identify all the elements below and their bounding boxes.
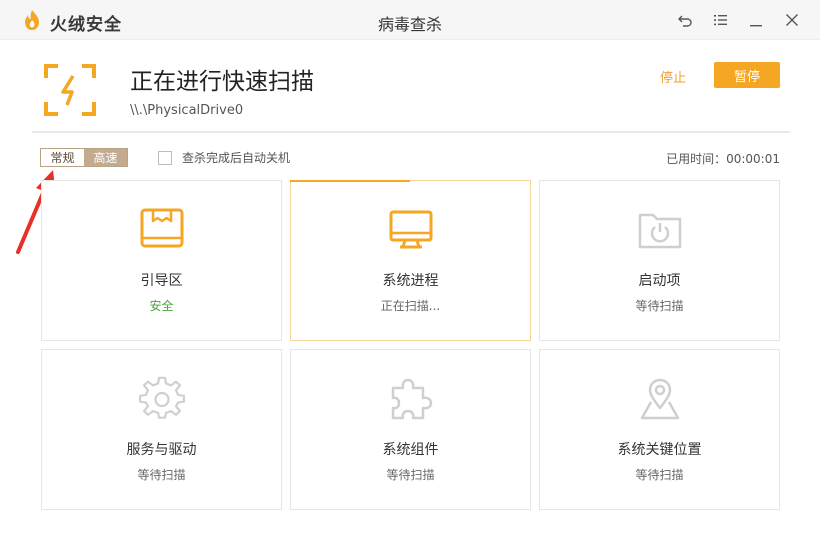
card-status: 等待扫描	[137, 468, 186, 482]
scan-current-path: \\.\PhysicalDrive0	[130, 103, 244, 118]
undo-icon	[678, 15, 692, 27]
card-title: 系统关键位置	[617, 442, 702, 458]
scan-card-services-drivers: 服务与驱动 等待扫描	[41, 349, 282, 510]
card-title: 系统进程	[382, 273, 439, 289]
auto-shutdown-label: 查杀完成后自动关机	[182, 151, 291, 165]
scan-title: 正在进行快速扫描	[130, 69, 314, 95]
minimize-icon	[750, 25, 762, 27]
scan-card-startup-items: 启动项 等待扫描	[539, 180, 780, 341]
back-button[interactable]	[675, 10, 695, 30]
card-status: 安全	[149, 299, 174, 313]
elapsed-time-value: 00:00:01	[726, 152, 780, 166]
gear-icon	[138, 376, 185, 419]
window-title: 病毒查杀	[377, 15, 442, 34]
location-pin-icon	[640, 378, 679, 420]
scan-card-boot-sector: 引导区 安全	[41, 180, 282, 341]
menu-list-icon	[714, 15, 727, 26]
startup-folder-icon	[638, 213, 681, 249]
scan-card-key-locations: 系统关键位置 等待扫描	[539, 349, 780, 510]
stop-button[interactable]: 停止	[660, 67, 686, 86]
menu-button[interactable]	[710, 10, 730, 30]
title-bar: 火绒安全 病毒查杀	[0, 0, 820, 40]
mode-fast-option[interactable]: 高速	[84, 149, 127, 166]
auto-shutdown-option[interactable]: 查杀完成后自动关机	[158, 149, 290, 166]
scan-card-system-components: 系统组件 等待扫描	[290, 349, 531, 510]
monitor-icon	[389, 210, 432, 249]
quick-scan-lightning-icon	[44, 64, 96, 116]
card-title: 服务与驱动	[126, 442, 197, 458]
auto-shutdown-checkbox[interactable]	[158, 150, 172, 165]
close-button[interactable]	[782, 10, 802, 30]
card-title: 启动项	[638, 273, 681, 289]
scan-progress-bar	[290, 180, 410, 182]
close-icon	[786, 14, 798, 26]
card-status: 等待扫描	[635, 299, 684, 313]
puzzle-icon	[391, 378, 432, 420]
card-title: 系统组件	[382, 442, 439, 458]
boot-sector-icon	[140, 208, 183, 248]
elapsed-time-label: 已用时间：	[666, 152, 727, 166]
minimize-button[interactable]	[746, 10, 766, 30]
mode-normal-option[interactable]: 常规	[41, 149, 84, 166]
card-title: 引导区	[140, 273, 183, 289]
card-status: 正在扫描...	[380, 299, 441, 313]
elapsed-time: 已用时间：00:00:01	[666, 150, 780, 167]
scan-card-system-processes: 系统进程 正在扫描...	[290, 180, 531, 341]
card-status: 等待扫描	[386, 468, 435, 482]
scan-mode-toggle: 常规 高速	[40, 148, 128, 167]
card-status: 等待扫描	[635, 468, 684, 482]
pause-button[interactable]: 暂停	[714, 62, 780, 88]
header-divider	[32, 131, 790, 133]
